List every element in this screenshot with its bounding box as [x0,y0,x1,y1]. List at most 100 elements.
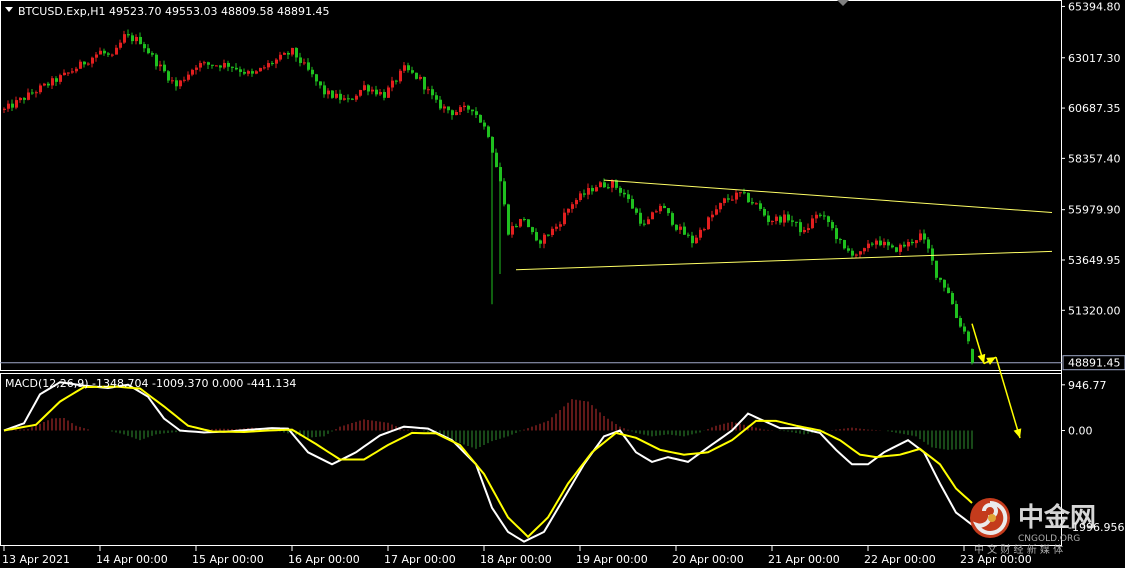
candle-body [59,75,62,82]
price-tick-label: 60687.35 [1068,102,1121,115]
candle-body [415,72,418,79]
one-click-trading-toggle-icon[interactable] [837,0,849,6]
candle-body [199,63,202,68]
candle-body [587,188,590,195]
triangle-down-icon[interactable] [5,7,13,12]
candle-body [767,215,770,222]
candle-body [443,106,446,109]
candle-body [31,92,34,94]
trendline[interactable] [515,250,1053,271]
candle-body [535,232,538,241]
candle-body [835,228,838,240]
candle-body [495,152,498,168]
candle-body [899,244,902,252]
candle-body [479,114,482,123]
candle-body [459,107,462,112]
candle-body [715,209,718,215]
candle-body [467,105,470,110]
candle-body [287,52,290,55]
candle-body [791,220,794,222]
candle-body [727,198,730,200]
candle-body [395,80,398,82]
candle-body [659,205,662,212]
candle-body [407,65,410,71]
candle-body [939,277,942,280]
candle-body [803,230,806,233]
candle-body [263,67,266,69]
candle-body [843,240,846,249]
candle-body [455,111,458,116]
candle-body [339,93,342,100]
candle-body [967,331,970,342]
candle-body [427,89,430,91]
candle-body [599,182,602,188]
candle-body [847,248,850,251]
candle-body [123,34,126,43]
arrow-head-icon[interactable] [977,353,986,364]
candle-body [559,224,562,227]
candle-body [171,80,174,82]
candle-body [787,214,790,221]
candle-body [815,214,818,219]
price-tick-label: 51320.00 [1068,304,1121,317]
price-panel-frame [0,0,1062,371]
candle-body [499,167,502,182]
time-tick-label: 18 Apr 00:00 [480,553,552,566]
candle-body [639,212,642,224]
macd-histogram [7,399,973,450]
candle-body [607,187,610,189]
candle-body [671,213,674,225]
candle-body [191,69,194,75]
cngold-swirl-logo-icon [970,498,1010,538]
candle-body [555,226,558,229]
candle-body [115,47,118,55]
candle-body [151,53,154,55]
candle-body [927,239,930,249]
trendline[interactable] [603,179,1053,213]
candle-body [643,223,646,225]
candle-body [111,54,114,56]
candle-body [91,57,94,64]
time-tick-label: 21 Apr 00:00 [768,553,840,566]
candle-body [719,203,722,210]
candle-body [55,78,58,82]
candle-body [923,233,926,240]
candle-body [631,199,634,209]
candle-body [87,63,90,65]
candle-body [703,229,706,231]
candle-body [15,100,18,108]
arrow-head-icon[interactable] [1013,428,1022,439]
candle-body [775,216,778,221]
candle-body [887,241,890,246]
candle-body [127,34,130,36]
candle-body [507,204,510,235]
candle-body [131,35,134,42]
candle-body [523,218,526,220]
trading-chart[interactable]: 65394.80 63017.30 60687.35 58357.40 55979.90… [0,0,1125,568]
candle-body [231,66,234,68]
arrow-annotation-layer[interactable] [971,323,1022,439]
candle-body [295,47,298,58]
candle-body [279,54,282,60]
candle-body [471,109,474,112]
candle-body [155,54,158,67]
candle-body [859,251,862,255]
candle-body [439,99,442,109]
candle-body [963,326,966,332]
time-tick-label: 17 Apr 00:00 [384,553,456,566]
symbol-header[interactable]: BTCUSD.Exp,H1 49523.70 49553.03 48809.58… [5,5,329,18]
candle-body [147,48,150,54]
candle-body [811,218,814,229]
candle-body [539,240,542,244]
arrow-shaft[interactable] [995,356,1021,439]
candle-body [187,74,190,80]
price-tick-label: 65394.80 [1068,0,1121,13]
candle-body [663,205,666,209]
candle-body [79,61,82,69]
candle-body [603,182,606,188]
candle-body [883,241,886,246]
current-price-tag: 48891.45 [1062,355,1125,371]
candle-body [971,349,974,363]
candle-body [779,216,782,223]
candle-body [487,126,490,137]
